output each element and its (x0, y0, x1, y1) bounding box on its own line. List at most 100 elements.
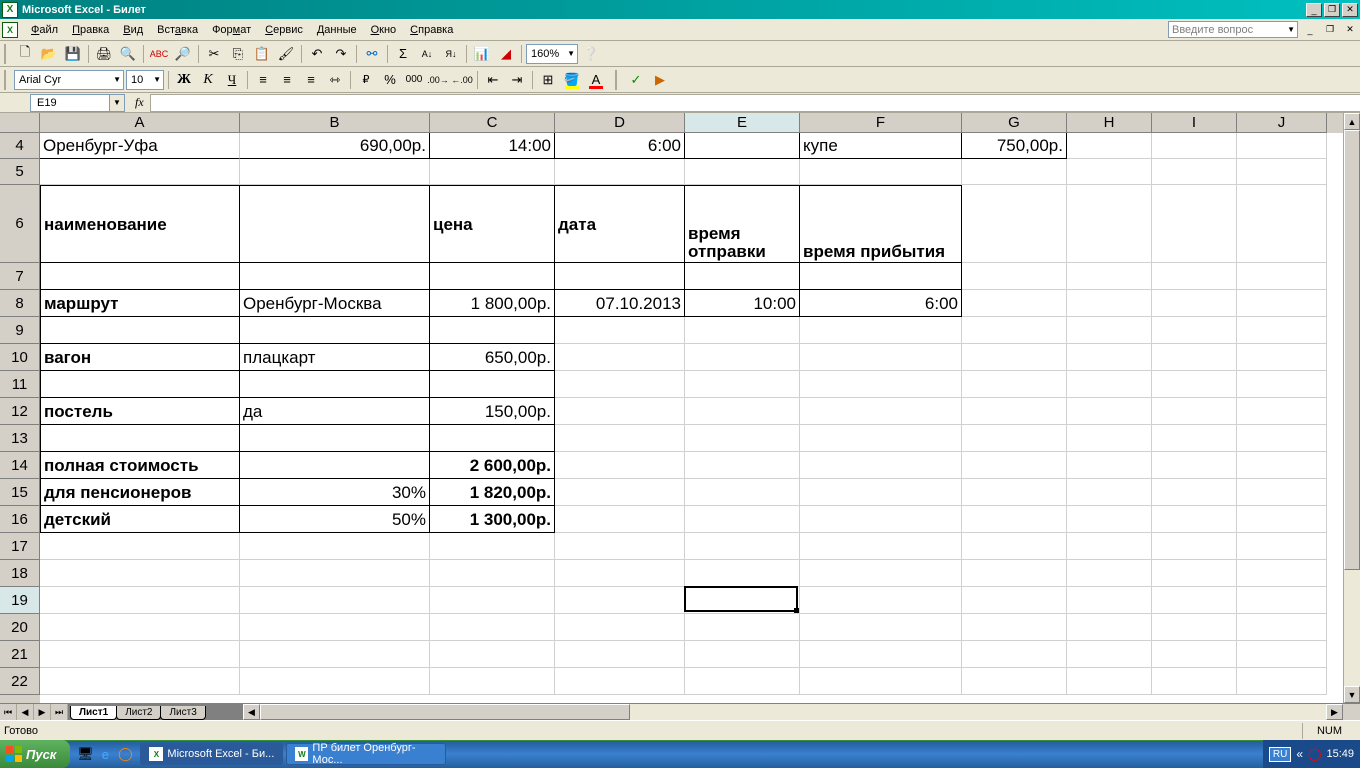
cut-button[interactable]: ✂ (203, 43, 225, 65)
start-button[interactable]: Пуск (0, 740, 70, 768)
cell-A5[interactable] (40, 159, 240, 185)
sheet-tab-Лист2[interactable]: Лист2 (116, 706, 161, 720)
cell-A14[interactable]: полная стоимость (40, 452, 240, 479)
cell-E15[interactable] (685, 479, 800, 506)
cell-G12[interactable] (962, 398, 1067, 425)
row-header-8[interactable]: 8 (0, 290, 40, 317)
cell-G15[interactable] (962, 479, 1067, 506)
cell-F5[interactable] (800, 159, 962, 185)
row-header-20[interactable]: 20 (0, 614, 40, 641)
new-button[interactable]: 🗋 (14, 43, 36, 65)
cell-D11[interactable] (555, 371, 685, 398)
cell-F6[interactable]: время прибытия (800, 185, 962, 263)
cell-I19[interactable] (1152, 587, 1237, 614)
scroll-down-button[interactable]: ▼ (1344, 686, 1360, 703)
font-select[interactable]: Arial Cyr▼ (14, 70, 124, 90)
cell-H15[interactable] (1067, 479, 1152, 506)
cell-E22[interactable] (685, 668, 800, 695)
cell-A20[interactable] (40, 614, 240, 641)
cell-B7[interactable] (240, 263, 430, 290)
copy-button[interactable]: ⎘ (227, 43, 249, 65)
cell-H4[interactable] (1067, 133, 1152, 159)
fx-icon[interactable]: fx (135, 95, 144, 110)
cell-B10[interactable]: плацкарт (240, 344, 430, 371)
cell-A13[interactable] (40, 425, 240, 452)
cell-J7[interactable] (1237, 263, 1327, 290)
cell-H16[interactable] (1067, 506, 1152, 533)
increase-indent-button[interactable]: ⇥ (506, 69, 528, 91)
doc-minimize-button[interactable]: _ (1302, 23, 1318, 37)
cell-G7[interactable] (962, 263, 1067, 290)
cell-H17[interactable] (1067, 533, 1152, 560)
cell-B21[interactable] (240, 641, 430, 668)
cell-A8[interactable]: маршрут (40, 290, 240, 317)
paste-button[interactable]: 📋 (251, 43, 273, 65)
cell-J14[interactable] (1237, 452, 1327, 479)
close-button[interactable]: ✕ (1342, 3, 1358, 17)
format-painter-button[interactable]: 🖌 (275, 43, 297, 65)
cell-E20[interactable] (685, 614, 800, 641)
print-button[interactable]: 🖨 (93, 43, 115, 65)
cell-F7[interactable] (800, 263, 962, 290)
undo-button[interactable]: ↶ (306, 43, 328, 65)
cell-D8[interactable]: 07.10.2013 (555, 290, 685, 317)
align-center-button[interactable]: ≡ (276, 69, 298, 91)
cell-C18[interactable] (430, 560, 555, 587)
cell-C17[interactable] (430, 533, 555, 560)
cell-A10[interactable]: вагон (40, 344, 240, 371)
cell-H13[interactable] (1067, 425, 1152, 452)
cell-E17[interactable] (685, 533, 800, 560)
cell-G11[interactable] (962, 371, 1067, 398)
cell-C14[interactable]: 2 600,00р. (430, 452, 555, 479)
cell-B4[interactable]: 690,00р. (240, 133, 430, 159)
borders-button[interactable]: ⊞ (537, 69, 559, 91)
italic-button[interactable]: К (197, 69, 219, 91)
doc-close-button[interactable]: ✕ (1342, 23, 1358, 37)
cell-I11[interactable] (1152, 371, 1237, 398)
cell-G20[interactable] (962, 614, 1067, 641)
cell-C5[interactable] (430, 159, 555, 185)
cell-F9[interactable] (800, 317, 962, 344)
name-box[interactable]: E19 ▼ (30, 94, 125, 112)
scroll-up-button[interactable]: ▲ (1344, 113, 1360, 130)
cell-G17[interactable] (962, 533, 1067, 560)
row-header-7[interactable]: 7 (0, 263, 40, 290)
cell-F11[interactable] (800, 371, 962, 398)
cell-J11[interactable] (1237, 371, 1327, 398)
cell-H10[interactable] (1067, 344, 1152, 371)
cell-J22[interactable] (1237, 668, 1327, 695)
cells-area[interactable]: Оренбург-Уфа690,00р.14:006:00купе750,00р… (40, 133, 1343, 703)
cell-G18[interactable] (962, 560, 1067, 587)
cell-F13[interactable] (800, 425, 962, 452)
cell-F14[interactable] (800, 452, 962, 479)
menu-data[interactable]: Данные (310, 22, 364, 38)
underline-button[interactable]: Ч (221, 69, 243, 91)
cell-C6[interactable]: цена (430, 185, 555, 263)
sheet-prev-button[interactable]: ◀ (17, 704, 34, 720)
cell-A12[interactable]: постель (40, 398, 240, 425)
cell-C13[interactable] (430, 425, 555, 452)
cell-B11[interactable] (240, 371, 430, 398)
cell-H7[interactable] (1067, 263, 1152, 290)
language-indicator[interactable]: RU (1269, 747, 1291, 762)
cell-D7[interactable] (555, 263, 685, 290)
cell-J12[interactable] (1237, 398, 1327, 425)
cell-E13[interactable] (685, 425, 800, 452)
cell-F12[interactable] (800, 398, 962, 425)
cell-J13[interactable] (1237, 425, 1327, 452)
cell-C21[interactable] (430, 641, 555, 668)
cell-J4[interactable] (1237, 133, 1327, 159)
cell-I5[interactable] (1152, 159, 1237, 185)
cell-J15[interactable] (1237, 479, 1327, 506)
cell-E8[interactable]: 10:00 (685, 290, 800, 317)
cell-D10[interactable] (555, 344, 685, 371)
row-header-10[interactable]: 10 (0, 344, 40, 371)
align-left-button[interactable]: ≡ (252, 69, 274, 91)
scroll-track[interactable] (630, 704, 1326, 720)
cell-D21[interactable] (555, 641, 685, 668)
column-header-C[interactable]: C (430, 113, 555, 133)
scroll-thumb[interactable] (1344, 130, 1360, 570)
help-button[interactable]: ❔ (580, 43, 602, 65)
percent-button[interactable]: % (379, 69, 401, 91)
cell-E11[interactable] (685, 371, 800, 398)
